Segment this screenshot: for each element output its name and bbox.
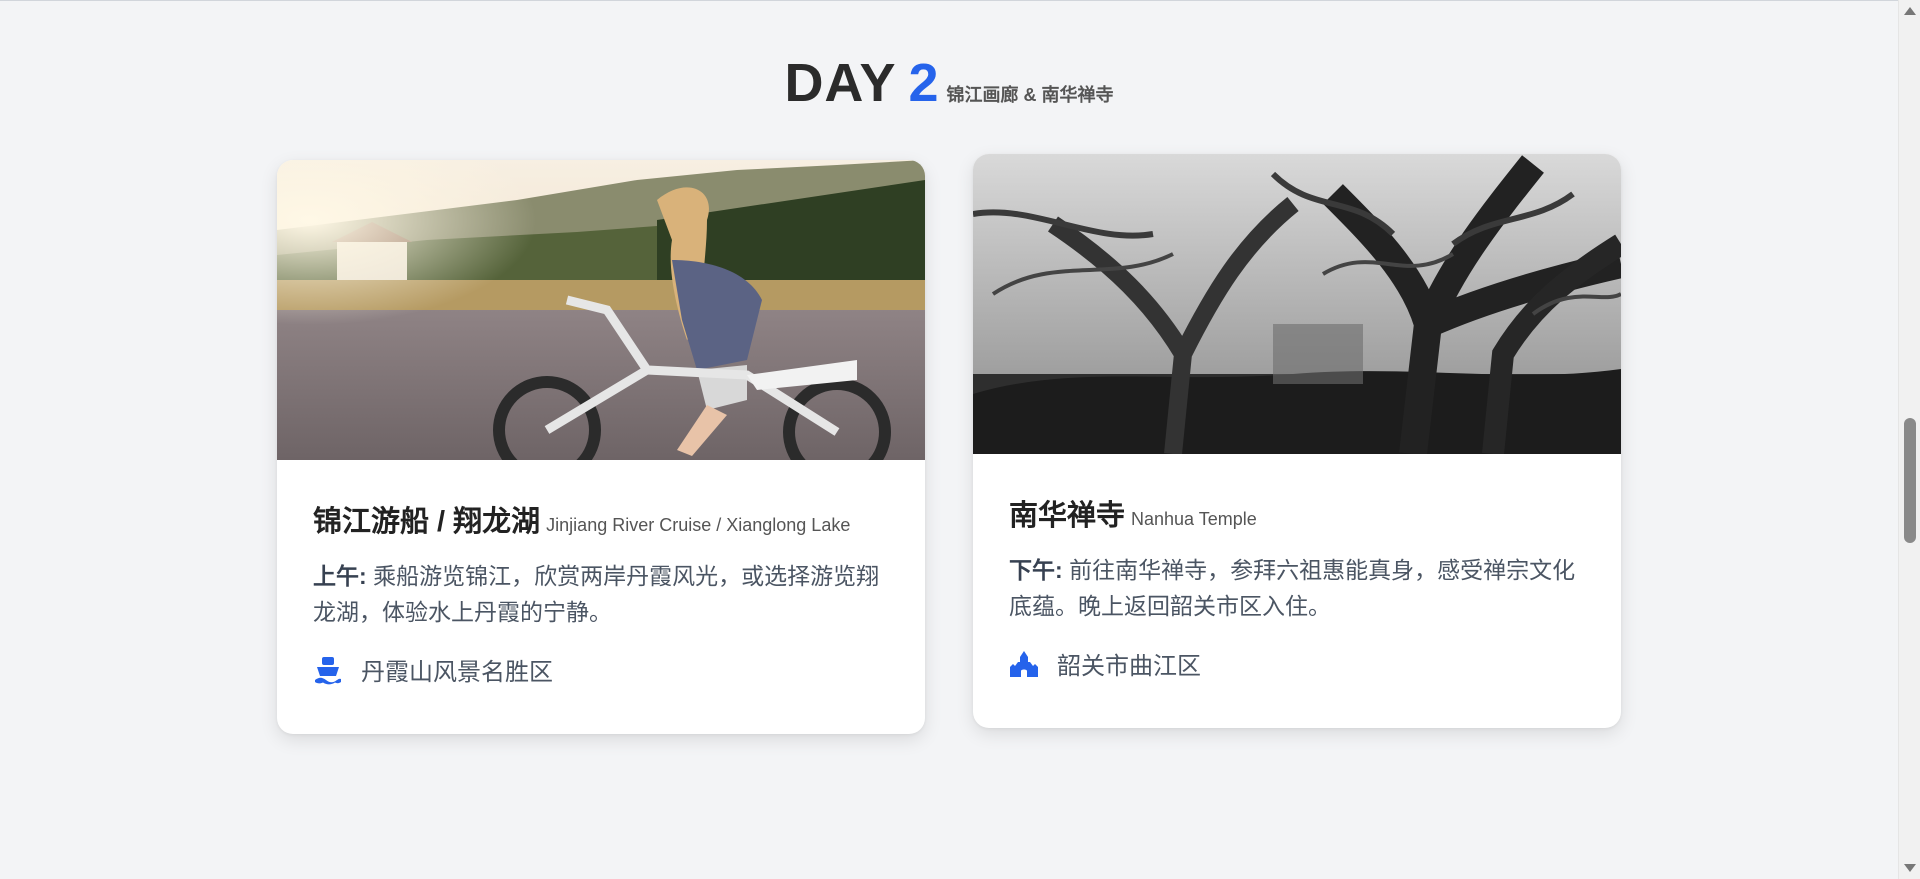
vertical-scrollbar[interactable] [1898,0,1920,879]
place-of-worship-icon [1009,649,1039,679]
location-text: 韶关市曲江区 [1057,653,1201,680]
card-photo-trees [973,154,1621,454]
itinerary-card-jinjiang: 锦江游船 / 翔龙湖 Jinjiang River Cruise / Xiangl… [277,160,925,734]
scroll-thumb[interactable] [1904,418,1916,543]
day-subtitle: 锦江画廊 & 南华禅寺 [946,85,1114,105]
description-text: 前往南华禅寺，参拜六祖惠能真身，感受禅宗文化底蕴。晚上返回韶关市区入住。 [1009,557,1576,619]
time-label: 上午: [313,563,367,589]
card-location: 韶关市曲江区 [1009,646,1585,681]
top-divider [0,0,1898,1]
card-title: 锦江游船 / 翔龙湖 Jinjiang River Cruise / Xiangl… [313,498,889,540]
day-heading: DAY 2 锦江画廊 & 南华禅寺 [0,52,1898,114]
description-text: 乘船游览锦江，欣赏两岸丹霞风光，或选择游览翔龙湖，体验水上丹霞的宁静。 [313,563,880,625]
ship-icon [313,655,343,685]
page: DAY 2 锦江画廊 & 南华禅寺 锦江游船 / 翔龙湖 Jinjiang Ri… [0,0,1920,879]
location-text: 丹霞山风景名胜区 [361,659,553,686]
card-title-cn: 南华禅寺 [1009,500,1126,532]
card-photo-cyclist [277,160,925,460]
card-description: 上午: 乘船游览锦江，欣赏两岸丹霞风光，或选择游览翔龙湖，体验水上丹霞的宁静。 [313,558,889,630]
time-label: 下午: [1009,557,1063,583]
card-title: 南华禅寺 Nanhua Temple [1009,492,1585,534]
card-location: 丹霞山风景名胜区 [313,652,889,687]
scroll-down-arrow-icon[interactable] [1904,864,1916,872]
day-word: DAY [784,53,897,113]
itinerary-card-nanhua: 南华禅寺 Nanhua Temple 下午: 前往南华禅寺，参拜六祖惠能真身，感受… [973,154,1621,728]
day-number: 2 [908,53,939,113]
card-title-cn: 锦江游船 / 翔龙湖 [313,506,541,538]
scroll-up-arrow-icon[interactable] [1904,7,1916,15]
card-description: 下午: 前往南华禅寺，参拜六祖惠能真身，感受禅宗文化底蕴。晚上返回韶关市区入住。 [1009,552,1585,624]
card-title-en: Jinjiang River Cruise / Xianglong Lake [546,515,851,535]
card-title-en: Nanhua Temple [1131,509,1257,529]
